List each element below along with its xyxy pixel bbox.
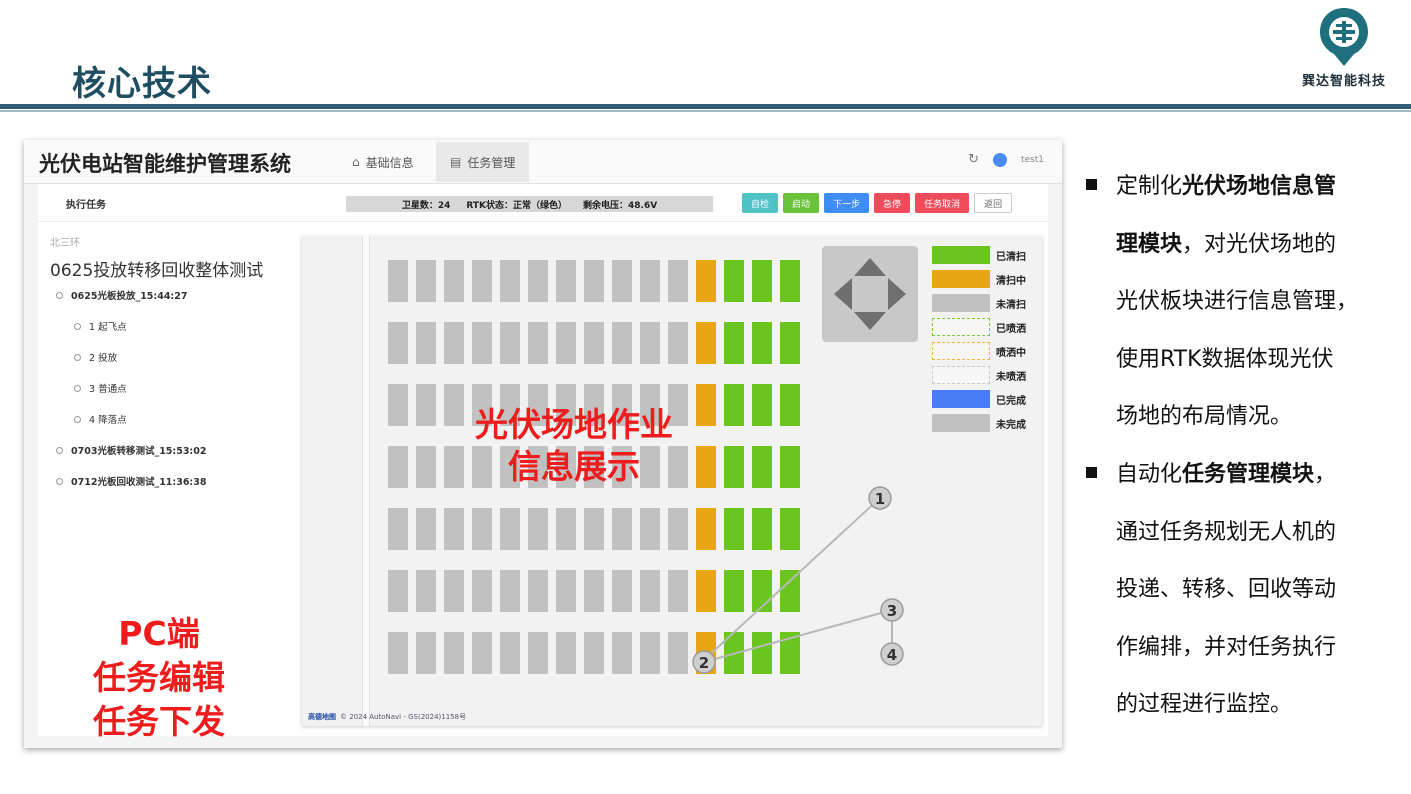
callout-3: 3 — [880, 598, 904, 622]
svg-text:4: 4 — [887, 646, 897, 664]
svg-text:1: 1 — [875, 490, 885, 508]
tab-label: 任务管理 — [467, 155, 516, 170]
pc-label-line: 任务下发 — [93, 702, 225, 741]
company-logo: 巽达智能科技 — [1296, 6, 1392, 90]
control-button[interactable]: 任务取消 — [915, 193, 970, 213]
app-title: 光伏电站智能维护管理系统 — [39, 152, 291, 176]
task-step-label: 2 投放 — [89, 353, 118, 364]
tab-label: 基础信息 — [365, 155, 414, 170]
svg-text:3: 3 — [887, 602, 897, 620]
task-step[interactable]: 4 降落点 — [74, 412, 127, 426]
map-brand: 高德地图 — [308, 713, 336, 721]
description-line: 定制化光伏场地信息管 — [1116, 174, 1337, 199]
description-line: 作编排，并对任务执行 — [1116, 634, 1337, 660]
refresh-icon[interactable]: ↻ — [968, 152, 979, 167]
task-step-label: 3 普通点 — [89, 384, 127, 395]
username[interactable]: test1 — [1021, 155, 1044, 165]
map-attribution: 高德地图 © 2024 AutoNavi - GS(2024)1158号 — [308, 712, 466, 722]
task-item-label: 0625光板投放_15:44:27 — [71, 291, 188, 302]
tree-node-icon — [74, 415, 81, 423]
description-line: 使用RTK数据体现光伏 — [1116, 346, 1334, 372]
app-topbar: 光伏电站智能维护管理系统 ⌂ 基础信息 ▤ 任务管理 ↻ test1 — [24, 140, 1062, 184]
home-icon: ⌂ — [352, 155, 360, 169]
callout-2: 2 — [692, 650, 716, 674]
control-button[interactable]: 返回 — [974, 193, 1013, 213]
map-copyright: © 2024 AutoNavi - GS(2024)1158号 — [340, 713, 467, 721]
tab-basic-info[interactable]: ⌂ 基础信息 — [338, 142, 428, 182]
description-line: 光伏板块进行信息管理， — [1116, 289, 1359, 314]
toolbar-label: 执行任务 — [66, 200, 106, 211]
callout-layer: 1 2 3 4 — [692, 486, 904, 674]
toolbar: 执行任务 卫星数：24 RTK状态：正常（绿色） 剩余电压：48.6V 自检 启动… — [38, 184, 1048, 222]
task-step[interactable]: 1 起飞点 — [74, 319, 127, 333]
slide-title: 核心技术 — [72, 64, 212, 104]
tree-node-icon — [56, 291, 63, 299]
task-step[interactable]: 3 普通点 — [74, 381, 127, 395]
tab-task-management[interactable]: ▤ 任务管理 — [436, 142, 530, 182]
tree-node-icon — [56, 446, 63, 454]
control-button[interactable]: 自检 — [742, 193, 779, 213]
bullet-icon — [1086, 179, 1097, 190]
task-title: 0625投放转移回收整体测试 — [50, 261, 264, 281]
app-screenshot: 光伏电站智能维护管理系统 ⌂ 基础信息 ▤ 任务管理 ↻ test1 执行任务 … — [24, 140, 1062, 748]
description-line: 通过任务规划无人机的 — [1116, 519, 1337, 545]
callout-1: 1 — [868, 486, 892, 510]
description-line: 场地的布局情况。 — [1116, 404, 1293, 429]
pc-label: PC端 任务编辑 任务下发 — [84, 612, 234, 744]
task-item[interactable]: 0625光板投放_15:44:27 — [56, 288, 187, 302]
logo-text: 巽达智能科技 — [1301, 74, 1386, 89]
app-body: 执行任务 卫星数：24 RTK状态：正常（绿色） 剩余电压：48.6V 自检 启动… — [38, 184, 1048, 741]
task-item-label: 0712光板回收测试_11:36:38 — [71, 477, 207, 488]
bullet-icon — [1086, 467, 1097, 478]
remaining-voltage: 剩余电压：48.6V — [583, 200, 658, 211]
description-line: 投递、转移、回收等动 — [1116, 577, 1337, 602]
tree-node-icon — [74, 353, 81, 361]
satellite-count: 卫星数：24 — [401, 200, 451, 211]
status-bar: 卫星数：24 RTK状态：正常（绿色） 剩余电压：48.6V — [346, 196, 713, 212]
control-button[interactable]: 急停 — [874, 193, 911, 213]
document-icon: ▤ — [450, 155, 462, 169]
logo-icon — [1320, 8, 1368, 66]
avatar[interactable] — [992, 152, 1007, 167]
header-divider — [0, 104, 1411, 109]
rtk-status: RTK状态：正常（绿色） — [466, 200, 567, 211]
pc-label-line: 任务编辑 — [93, 658, 225, 697]
task-panel: 北三环 0625投放转移回收整体测试 0625光板投放_15:44:27 1 起飞… — [38, 222, 278, 741]
site-map[interactable]: 光伏场地作业 信息展示 已清扫 清扫中 未清扫 已喷洒 喷洒中 未喷洒 已完成 未完成 — [302, 236, 1042, 726]
control-buttons: 自检 启动 下一步 急停 任务取消 返回 — [742, 193, 1013, 213]
callout-4: 4 — [880, 642, 904, 666]
task-step-label: 4 降落点 — [89, 415, 127, 426]
task-step-label: 1 起飞点 — [89, 322, 127, 333]
user-area: ↻ test1 — [968, 152, 1044, 167]
control-button[interactable]: 下一步 — [824, 193, 870, 213]
location-label: 北三环 — [50, 238, 80, 249]
description-line: 的过程进行监控。 — [1116, 692, 1293, 717]
task-item-label: 0703光板转移测试_15:53:02 — [71, 446, 207, 457]
pc-label-line: PC端 — [118, 614, 200, 653]
tree-node-icon — [74, 384, 81, 392]
tree-node-icon — [74, 322, 81, 330]
control-button[interactable]: 启动 — [783, 193, 820, 213]
description-line: 自动化任务管理模块， — [1116, 462, 1337, 487]
svg-text:2: 2 — [699, 654, 709, 672]
header-divider-thin — [0, 110, 1411, 112]
task-item[interactable]: 0703光板转移测试_15:53:02 — [56, 443, 206, 457]
task-item[interactable]: 0712光板回收测试_11:36:38 — [56, 474, 206, 488]
description-line: 理模块，对光伏场地的 — [1116, 231, 1337, 257]
task-step[interactable]: 2 投放 — [74, 350, 117, 364]
slide: 核心技术 巽达智能科技 光伏电站智能维护管理系统 ⌂ 基础信息 ▤ 任务管理 ↻… — [0, 0, 1411, 794]
tree-node-icon — [56, 477, 63, 485]
